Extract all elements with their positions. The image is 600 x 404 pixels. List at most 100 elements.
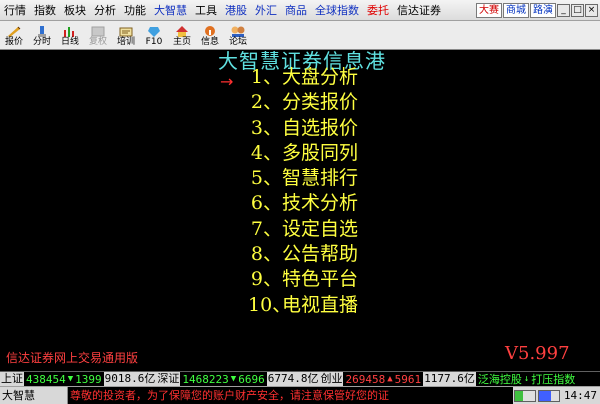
menu-item-11[interactable]: 委托: [363, 0, 393, 21]
menu-label: 技术分析: [282, 192, 359, 215]
menu-item-9[interactable]: 商品: [281, 0, 311, 21]
status-bar: 大智慧 尊敬的投资者，为了保障您的账户财产安全，请注意保管好您的证 14:47: [0, 386, 600, 404]
sh-index-change: 1399: [75, 372, 102, 386]
sh-index-amount: 9018.6亿: [103, 372, 157, 386]
menu-number: 10、: [248, 293, 292, 316]
menu-number: 1、: [250, 66, 282, 88]
menu-number: 2、: [250, 91, 282, 114]
daily-chart-icon: [62, 23, 78, 37]
cy-index-value: 269458: [345, 372, 386, 386]
toolbar-label: 信息: [200, 37, 219, 47]
menu-label: 智慧排行: [282, 167, 359, 190]
menu-item-0[interactable]: 行情: [0, 0, 30, 21]
menu-number: 8、: [250, 243, 282, 266]
menu-item-10[interactable]: 全球指数: [311, 0, 363, 21]
menu-item-12[interactable]: 信达证券: [393, 0, 445, 21]
menu-number: 9、: [250, 268, 282, 291]
index-ticker: 上证 438454 ▼ 1399 9018.6亿 深证 1468223 ▼ 66…: [0, 371, 600, 386]
toolbar-label: 日线: [60, 37, 79, 47]
restore-right-icon: [90, 23, 106, 37]
quote-icon: [6, 23, 22, 37]
toolbar-label: 培训: [116, 37, 135, 47]
cy-index-change: 5961: [394, 372, 422, 386]
status-meter: [513, 389, 536, 402]
broker-version-label: 信达证券网上交易通用版: [6, 351, 139, 365]
sh-index-value: 438454: [26, 372, 66, 386]
function-menu-item[interactable]: 9、特色平台: [248, 267, 358, 292]
forum-icon: [230, 23, 246, 37]
menu-label: 公告帮助: [282, 243, 359, 266]
sz-index-value: 1468223: [182, 372, 229, 386]
main-area: 大智慧证券信息港 → 1、大盘分析 2、分类报价 3、自选报价 4、多股同列 5、智慧排…: [0, 49, 600, 371]
sz-index-change: 6696: [238, 372, 265, 386]
function-menu-item[interactable]: 6、技术分析: [248, 191, 358, 216]
toolbar-button-4[interactable]: 培训: [112, 20, 140, 49]
menu-item-6[interactable]: 工具: [191, 0, 221, 21]
menu-label: 自选报价: [282, 116, 359, 139]
menu-number: 3、: [250, 116, 282, 139]
status-notice: 尊敬的投资者，为了保障您的账户财产安全，请注意保管好您的证: [68, 387, 513, 404]
cy-index-amount: 1177.6亿: [423, 372, 476, 386]
toolbar-button-6[interactable]: 主页: [168, 20, 196, 49]
function-menu-item[interactable]: 8、公告帮助: [248, 242, 358, 267]
menu-item-7[interactable]: 港股: [221, 0, 251, 21]
close-button[interactable]: ×: [585, 3, 598, 17]
status-meter: [537, 389, 560, 402]
menu-number: 5、: [250, 167, 282, 190]
minimize-button[interactable]: _: [557, 3, 570, 17]
selection-arrow-icon: →: [220, 72, 234, 91]
menu-list: 行情 指数 板块 分析 功能 大智慧 工具 港股 外汇 商品 全球指数 委托 信达证券: [0, 0, 476, 21]
menu-item-4[interactable]: 功能: [120, 0, 150, 21]
stock-alert-text: 打压指数: [531, 373, 576, 386]
f10-icon: [146, 23, 162, 37]
menu-label: 特色平台: [282, 268, 359, 291]
menu-number: 6、: [250, 192, 282, 215]
menu-item-1[interactable]: 指数: [30, 0, 60, 21]
right-buttons: 大赛 商城 路演 _ □ ×: [476, 2, 600, 18]
menu-label: 多股同列: [282, 141, 359, 164]
top-right-button-1[interactable]: 商城: [503, 2, 529, 18]
function-menu-item[interactable]: 10、电视直播: [248, 293, 358, 318]
function-menu-item[interactable]: 3、自选报价: [248, 116, 358, 141]
toolbar-label: 报价: [4, 37, 23, 47]
function-menu-item[interactable]: 7、设定自选: [248, 217, 358, 242]
home-icon: [174, 23, 190, 37]
menu-bar: 行情 指数 板块 分析 功能 大智慧 工具 港股 外汇 商品 全球指数 委托 信达证券 大赛 商城 路演 _ □…: [0, 0, 600, 21]
status-time: 14:47: [563, 389, 597, 402]
function-menu-item[interactable]: 1、大盘分析: [248, 65, 358, 90]
menu-item-3[interactable]: 分析: [90, 0, 120, 21]
menu-number: 7、: [250, 217, 282, 240]
menu-label: 大盘分析: [282, 66, 359, 88]
maximize-button[interactable]: □: [571, 3, 584, 17]
version-label: V5.997: [505, 343, 570, 364]
menu-item-5[interactable]: 大智慧: [150, 0, 191, 21]
toolbar-label: 主页: [172, 37, 191, 47]
menu-item-8[interactable]: 外汇: [251, 0, 281, 21]
top-right-button-2[interactable]: 路演: [530, 2, 556, 18]
toolbar-label: F10: [145, 37, 163, 47]
toolbar-button-2[interactable]: 日线: [56, 20, 84, 49]
function-menu-item[interactable]: 5、智慧排行: [248, 166, 358, 191]
function-menu: 1、大盘分析 2、分类报价 3、自选报价 4、多股同列 5、智慧排行 6、技术分析 7、设定…: [248, 65, 358, 318]
toolbar-label: 复权: [88, 37, 107, 47]
toolbar-button-3: 复权: [84, 20, 112, 49]
menu-label: 分类报价: [282, 91, 359, 114]
timeline-icon: [34, 23, 50, 37]
menu-label: 设定自选: [282, 217, 359, 240]
menu-item-2[interactable]: 板块: [60, 0, 90, 21]
toolbar-button-1[interactable]: 分时: [28, 20, 56, 49]
function-menu-item[interactable]: 2、分类报价: [248, 90, 358, 115]
function-menu-item[interactable]: 4、多股同列: [248, 141, 358, 166]
menu-number: 4、: [250, 141, 282, 164]
sz-index-amount: 6774.8亿: [266, 372, 320, 386]
toolbar-button-0[interactable]: 报价: [0, 20, 28, 49]
status-app-name: 大智慧: [0, 387, 68, 404]
cy-index-label: 创业: [319, 372, 344, 386]
training-icon: [118, 23, 134, 37]
toolbar-button-5[interactable]: F10: [140, 20, 168, 49]
stock-alert-name[interactable]: 泛海控股: [476, 372, 524, 386]
menu-label: 电视直播: [282, 293, 359, 316]
sh-index-label: 上证: [0, 372, 24, 386]
sz-index-label: 深证: [156, 372, 181, 386]
top-right-button-0[interactable]: 大赛: [476, 2, 502, 18]
